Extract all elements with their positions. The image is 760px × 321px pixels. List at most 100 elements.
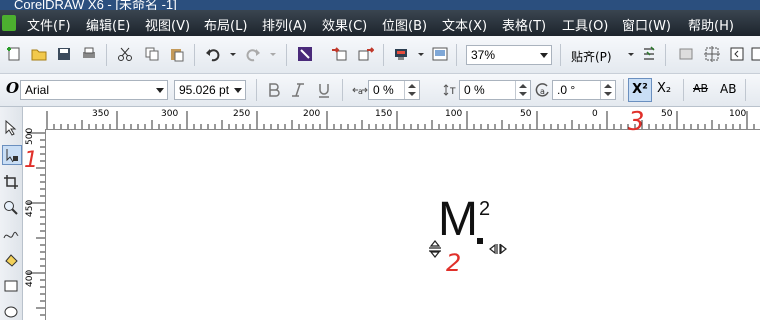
- ruler-label: 150: [375, 109, 393, 119]
- annotation-1: 1: [24, 148, 38, 173]
- save-icon[interactable]: [55, 45, 73, 63]
- menu-text[interactable]: 文本(X): [442, 15, 487, 34]
- menu-bar: 文件(F) 编辑(E) 视图(V) 布局(L) 排列(A) 效果(C) 位图(B…: [0, 10, 760, 36]
- zoom-level-combo[interactable]: 37%: [466, 45, 552, 65]
- menu-view[interactable]: 视图(V): [145, 15, 190, 34]
- more-options-icon[interactable]: [748, 45, 760, 63]
- baseline-shift-value: 0 %: [464, 83, 485, 97]
- redo-dropdown-icon[interactable]: [264, 45, 282, 63]
- drawing-canvas[interactable]: [46, 130, 760, 320]
- subscript-button[interactable]: X₂: [657, 81, 671, 96]
- smart-fill-tool-icon[interactable]: [2, 251, 20, 269]
- chevron-down-icon: [156, 88, 164, 93]
- zoom-tool-icon[interactable]: [2, 199, 20, 217]
- svg-text:T: T: [449, 87, 456, 97]
- menu-file[interactable]: 文件(F): [27, 15, 71, 34]
- ruler-label: 350: [92, 109, 110, 119]
- print-icon[interactable]: [80, 45, 98, 63]
- font-size-value: 95.026 pt: [179, 83, 230, 97]
- ruler-origin[interactable]: [23, 107, 46, 130]
- ruler-label: 50: [661, 109, 673, 119]
- small-caps-button[interactable]: AB: [693, 82, 708, 95]
- spinner-icon[interactable]: [515, 81, 530, 99]
- app-logo-icon[interactable]: [2, 15, 16, 31]
- ruler-label: 500: [25, 127, 35, 145]
- separator: [665, 44, 666, 66]
- ruler-label: 300: [161, 109, 179, 119]
- separator: [683, 79, 684, 101]
- menu-effects[interactable]: 效果(C): [322, 15, 367, 34]
- redo-icon[interactable]: [244, 45, 262, 63]
- crop-tool-icon[interactable]: [2, 173, 20, 191]
- freehand-tool-icon[interactable]: [2, 225, 20, 243]
- menu-edit[interactable]: 编辑(E): [86, 15, 130, 34]
- separator: [383, 44, 384, 66]
- menu-table[interactable]: 表格(T): [502, 15, 546, 34]
- paste-icon[interactable]: [168, 45, 186, 63]
- show-rulers-icon[interactable]: [728, 45, 746, 63]
- character-node-handle[interactable]: [477, 238, 483, 244]
- opentype-o-icon[interactable]: O: [6, 79, 19, 97]
- separator: [745, 79, 746, 101]
- search-content-icon[interactable]: [296, 45, 314, 63]
- open-folder-icon[interactable]: [30, 45, 48, 63]
- chevron-down-icon: [234, 88, 242, 93]
- undo-dropdown-icon[interactable]: [224, 45, 242, 63]
- welcome-screen-icon[interactable]: [431, 45, 449, 63]
- show-grid-icon[interactable]: [677, 45, 695, 63]
- ellipse-tool-icon[interactable]: [2, 303, 20, 321]
- italic-icon[interactable]: [289, 81, 307, 99]
- copy-icon[interactable]: [143, 45, 161, 63]
- title-bar: CorelDRAW X6 - [未命名 -1]: [0, 0, 760, 10]
- spinner-icon[interactable]: [600, 81, 615, 99]
- menu-tools[interactable]: 工具(O): [562, 15, 608, 34]
- undo-icon[interactable]: [204, 45, 222, 63]
- ruler-label: 100: [729, 109, 747, 119]
- menu-help[interactable]: 帮助(H): [688, 15, 734, 34]
- baseline-shift-icon: T: [442, 81, 460, 99]
- menu-bitmaps[interactable]: 位图(B): [382, 15, 427, 34]
- export-icon[interactable]: [357, 45, 375, 63]
- horizontal-spacing-handle-icon[interactable]: [489, 241, 507, 257]
- font-size-combo[interactable]: 95.026 pt: [174, 80, 246, 100]
- ruler-label: 0: [592, 109, 598, 119]
- import-icon[interactable]: [330, 45, 348, 63]
- text-property-bar: O Arial 95.026 pt a 0 % T 0 % a .0 ° X² …: [0, 74, 760, 107]
- window-title: CorelDRAW X6 - [未命名 -1]: [14, 0, 177, 10]
- snap-to-label[interactable]: 贴齐(P): [571, 48, 612, 65]
- svg-text:a: a: [358, 87, 363, 96]
- all-caps-button[interactable]: AB: [720, 82, 736, 96]
- options-icon[interactable]: [640, 45, 658, 63]
- pick-tool-icon[interactable]: [2, 119, 20, 137]
- superscript-button[interactable]: X²: [628, 78, 652, 102]
- baseline-shift-input[interactable]: 0 %: [459, 80, 531, 100]
- menu-arrange[interactable]: 排列(A): [262, 15, 307, 34]
- snap-dropdown-icon[interactable]: [622, 45, 640, 63]
- underline-icon[interactable]: [315, 81, 333, 99]
- svg-text:a: a: [540, 87, 545, 96]
- cut-icon[interactable]: [116, 45, 134, 63]
- text-object-superscript[interactable]: 2: [479, 199, 490, 219]
- character-spacing-input[interactable]: 0 %: [368, 80, 420, 100]
- show-guidelines-icon[interactable]: [703, 45, 721, 63]
- ruler-label: 450: [25, 199, 35, 217]
- vertical-spacing-handle-icon[interactable]: [427, 240, 443, 258]
- shape-tool-icon[interactable]: [2, 145, 22, 165]
- rectangle-tool-icon[interactable]: [2, 277, 20, 295]
- text-object-main[interactable]: M: [438, 196, 478, 244]
- standard-toolbar: 37% 贴齐(P): [0, 36, 760, 74]
- character-rotation-input[interactable]: .0 °: [552, 80, 616, 100]
- new-document-icon[interactable]: [5, 45, 23, 63]
- ruler-label: 200: [303, 109, 321, 119]
- separator: [286, 44, 287, 66]
- bold-icon[interactable]: [265, 81, 283, 99]
- launcher-dropdown-icon[interactable]: [412, 45, 430, 63]
- horizontal-ruler[interactable]: 350 300 250 200 150 100 50 0 50 100: [45, 107, 760, 130]
- zoom-level-value: 37%: [471, 48, 496, 62]
- menu-layout[interactable]: 布局(L): [204, 15, 247, 34]
- application-launcher-icon[interactable]: [392, 45, 410, 63]
- font-list-combo[interactable]: Arial: [20, 80, 168, 100]
- separator: [560, 44, 561, 66]
- spinner-icon[interactable]: [404, 81, 419, 99]
- menu-window[interactable]: 窗口(W): [622, 15, 671, 34]
